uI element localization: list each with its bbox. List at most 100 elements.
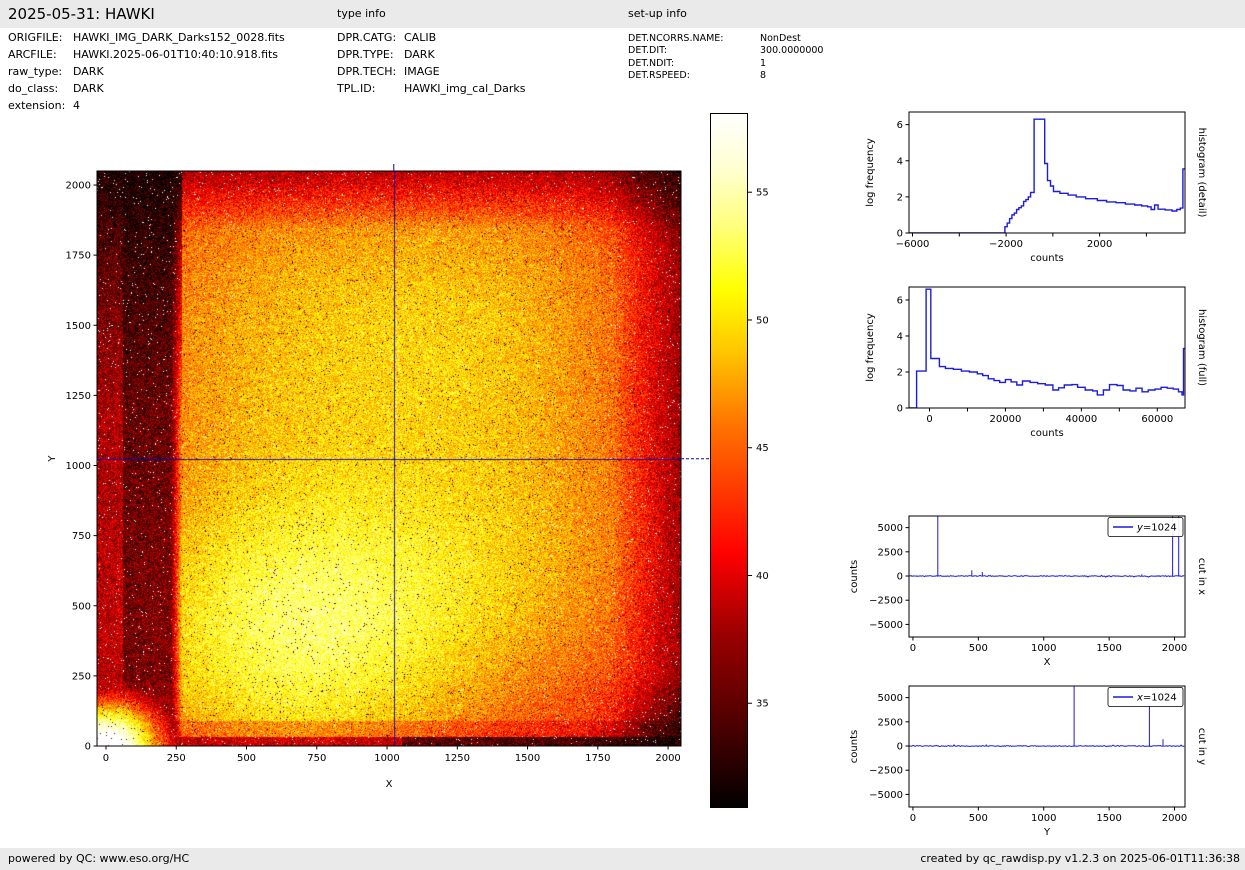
qc-report-page: 2025-05-31: HAWKI type info set-up info … <box>0 0 1245 870</box>
info-value: HAWKI_IMG_DARK_Darks152_0028.fits <box>73 31 285 44</box>
info-label: DPR.TECH: <box>337 65 396 78</box>
svg-text:0: 0 <box>910 643 916 654</box>
svg-text:45: 45 <box>756 443 769 454</box>
info-row: DET.RSPEED: 8 <box>628 70 928 82</box>
info-label: do_class: <box>8 82 58 95</box>
svg-text:−2500: −2500 <box>869 596 903 607</box>
svg-text:60000: 60000 <box>1141 414 1173 425</box>
svg-text:2500: 2500 <box>878 547 903 558</box>
raw-image-canvas <box>97 171 681 746</box>
colorbar <box>710 113 748 808</box>
svg-text:0: 0 <box>926 414 932 425</box>
svg-text:x=1024: x=1024 <box>1136 693 1177 704</box>
cut-in-x-legend: y=1024 <box>1108 518 1183 537</box>
footer-powered-by: powered by QC: www.eso.org/HC <box>8 848 189 870</box>
footer-created-by: created by qc_rawdisp.py v1.2.3 on 2025-… <box>920 848 1240 870</box>
svg-text:−2000: −2000 <box>989 239 1023 250</box>
file-info-list: ORIGFILE: HAWKI_IMG_DARK_Darks152_0028.fi… <box>8 31 328 116</box>
svg-text:0: 0 <box>897 742 903 753</box>
svg-text:1000: 1000 <box>66 461 91 472</box>
info-value: DARK <box>73 65 104 78</box>
cut-in-x-panel: 0500100015002000500025000−2500−5000Xcoun… <box>849 516 1207 668</box>
histogram-detail-panel: −6000−200020000246countslog frequencyhis… <box>865 112 1207 264</box>
svg-text:500: 500 <box>237 753 256 764</box>
info-value: 1 <box>760 58 766 69</box>
svg-text:1250: 1250 <box>66 391 91 402</box>
info-label: TPL.ID: <box>337 82 375 95</box>
info-row: ORIGFILE: HAWKI_IMG_DARK_Darks152_0028.fi… <box>8 31 328 48</box>
svg-text:40: 40 <box>756 571 769 582</box>
footer-band: powered by QC: www.eso.org/HC created by… <box>0 848 1245 870</box>
svg-text:counts: counts <box>1030 428 1063 439</box>
svg-text:1500: 1500 <box>1096 643 1121 654</box>
svg-text:5000: 5000 <box>878 693 903 704</box>
svg-text:2000: 2000 <box>1162 643 1187 654</box>
info-label: extension: <box>8 99 65 112</box>
info-label: DET.DIT: <box>628 45 667 56</box>
svg-text:1250: 1250 <box>445 753 470 764</box>
page-title: 2025-05-31: HAWKI <box>8 0 155 28</box>
svg-text:0: 0 <box>897 229 903 240</box>
svg-text:0: 0 <box>897 572 903 583</box>
info-label: DPR.CATG: <box>337 31 396 44</box>
svg-text:0: 0 <box>897 404 903 415</box>
svg-text:4: 4 <box>897 331 903 342</box>
info-label: DET.NDIT: <box>628 58 674 69</box>
svg-text:histogram (full): histogram (full) <box>1196 309 1207 386</box>
setup-info-heading: set-up info <box>628 0 687 28</box>
svg-text:40000: 40000 <box>1065 414 1097 425</box>
svg-text:counts: counts <box>849 560 860 593</box>
svg-text:1750: 1750 <box>66 251 91 262</box>
svg-text:500: 500 <box>969 813 988 824</box>
svg-text:50: 50 <box>756 315 769 326</box>
info-value: DARK <box>73 82 104 95</box>
info-value: HAWKI_img_cal_Darks <box>404 82 525 95</box>
svg-text:2: 2 <box>897 367 903 378</box>
info-label: DET.RSPEED: <box>628 70 690 81</box>
svg-text:cut in y: cut in y <box>1196 728 1207 765</box>
info-row: DET.NDIT: 1 <box>628 58 928 70</box>
svg-text:2500: 2500 <box>878 717 903 728</box>
svg-text:1000: 1000 <box>1031 813 1056 824</box>
svg-text:250: 250 <box>72 671 91 682</box>
info-value: HAWKI.2025-06-01T10:40:10.918.fits <box>73 48 278 61</box>
info-value: 8 <box>760 70 766 81</box>
info-row: extension: 4 <box>8 99 328 116</box>
info-label: DPR.TYPE: <box>337 48 394 61</box>
svg-text:cut in x: cut in x <box>1196 558 1207 595</box>
svg-text:500: 500 <box>969 643 988 654</box>
info-row: DET.DIT: 300.0000000 <box>628 45 928 57</box>
svg-text:20000: 20000 <box>990 414 1022 425</box>
colorbar-ticks: 5550454035 <box>748 188 769 710</box>
info-value: CALIB <box>404 31 436 44</box>
svg-text:X: X <box>386 779 393 790</box>
header-band: 2025-05-31: HAWKI type info set-up info <box>0 0 1245 28</box>
svg-text:−5000: −5000 <box>869 620 903 631</box>
info-label: DET.NCORRS.NAME: <box>628 33 724 44</box>
svg-text:250: 250 <box>167 753 186 764</box>
setup-info-list: DET.NCORRS.NAME:NonDestDET.DIT: 300.00000… <box>628 33 928 83</box>
svg-text:5000: 5000 <box>878 523 903 534</box>
info-row: DET.NCORRS.NAME:NonDest <box>628 33 928 45</box>
info-value: IMAGE <box>404 65 440 78</box>
svg-text:−2500: −2500 <box>869 766 903 777</box>
svg-text:2000: 2000 <box>655 753 680 764</box>
svg-text:750: 750 <box>307 753 326 764</box>
svg-text:1500: 1500 <box>1096 813 1121 824</box>
svg-text:6: 6 <box>897 295 903 306</box>
svg-text:1750: 1750 <box>585 753 610 764</box>
info-value: 4 <box>73 99 80 112</box>
svg-text:histogram (detail): histogram (detail) <box>1196 128 1207 218</box>
svg-text:−6000: −6000 <box>896 239 930 250</box>
info-label: ORIGFILE: <box>8 31 62 44</box>
type-info-list: DPR.CATG: CALIB DPR.TYPE:DARKDPR.TECH: IMAG… <box>337 31 617 99</box>
svg-text:1500: 1500 <box>515 753 540 764</box>
info-row: ARCFILE:HAWKI.2025-06-01T10:40:10.918.fi… <box>8 48 328 65</box>
svg-text:1000: 1000 <box>374 753 399 764</box>
svg-text:counts: counts <box>849 730 860 763</box>
svg-text:750: 750 <box>72 531 91 542</box>
info-value: 300.0000000 <box>760 45 823 56</box>
info-row: raw_type:DARK <box>8 65 328 82</box>
cut-in-y-panel: 0500100015002000500025000−2500−5000Ycoun… <box>849 686 1207 838</box>
info-row: DPR.TYPE:DARK <box>337 48 617 65</box>
